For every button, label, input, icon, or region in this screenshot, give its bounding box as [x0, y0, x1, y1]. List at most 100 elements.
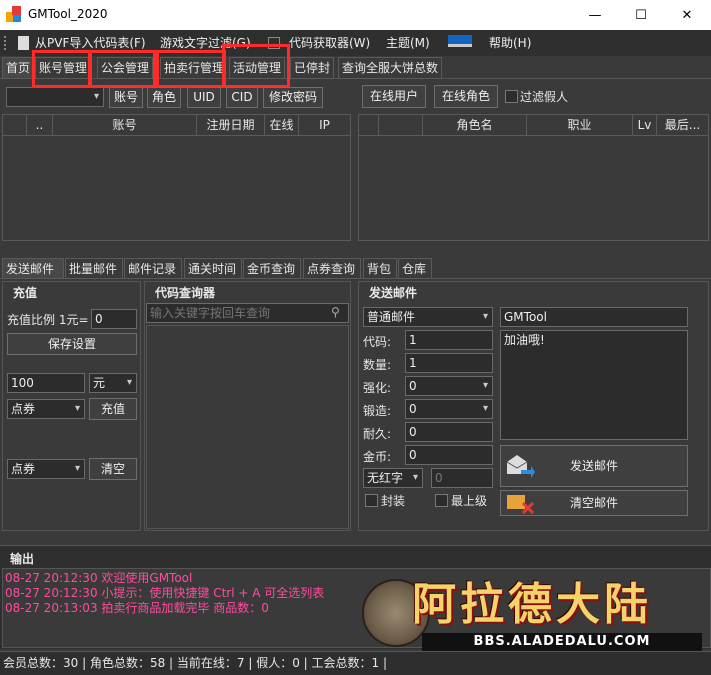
save-settings-button[interactable]: 保存设置 — [7, 333, 137, 355]
highlight-box — [222, 44, 290, 88]
ratio-input[interactable]: 0 — [91, 309, 137, 329]
mail-body-input[interactable]: 加油哦! — [500, 330, 688, 440]
column-header[interactable]: Lv — [633, 115, 657, 135]
red-text-dropdown[interactable]: 无红字 — [363, 468, 423, 488]
clear-type-dropdown[interactable]: 点券 — [7, 459, 85, 479]
unit-dropdown[interactable]: 元 — [89, 373, 137, 393]
top-level-checkbox[interactable] — [435, 494, 448, 507]
recharge-type-value: 点券 — [11, 402, 36, 416]
enhance-dropdown[interactable]: 0 — [405, 376, 493, 396]
clear-button[interactable]: 清空 — [89, 458, 137, 480]
code-lookup-panel: 代码查询器 ⚲ — [144, 281, 351, 531]
log-line: 08-27 20:13:03 拍卖行商品加载完毕 商品数：0 — [5, 601, 269, 615]
red-text-value: 无红字 — [367, 471, 404, 485]
quantity-label: 数量: — [363, 358, 392, 372]
search-role-button[interactable]: 角色 — [147, 87, 181, 108]
column-header[interactable]: 职业 — [527, 115, 633, 135]
durability-input[interactable]: 0 — [405, 422, 493, 442]
search-cid-button[interactable]: CID — [226, 87, 258, 108]
mail-panel: 发送邮件 普通邮件 GMTool 加油哦! 代码: 1 数量: 1 强化: 0 … — [358, 281, 709, 531]
column-header[interactable]: 账号 — [53, 115, 197, 135]
gold-label: 金币: — [363, 450, 392, 464]
recharge-type-dropdown[interactable]: 点券 — [7, 399, 85, 419]
mail-clear-icon — [505, 493, 535, 515]
column-header[interactable]: 注册日期 — [197, 115, 265, 135]
maximize-button[interactable]: ☐ — [618, 0, 664, 30]
ratio-label: 充值比例 1元= — [7, 313, 89, 327]
theme-color-icon[interactable] — [448, 35, 472, 47]
code-lookup-header: 代码查询器 — [155, 286, 216, 300]
search-type-dropdown[interactable] — [6, 87, 104, 107]
seal-checkbox[interactable] — [365, 494, 378, 507]
online-users-button[interactable]: 在线用户 — [362, 85, 426, 108]
quantity-input[interactable]: 1 — [405, 353, 493, 373]
table-header: .. 账号 注册日期 在线 IP — [3, 115, 350, 136]
durability-label: 耐久: — [363, 427, 392, 441]
search-icon[interactable]: ⚲ — [331, 305, 340, 319]
change-password-button[interactable]: 修改密码 — [263, 87, 323, 108]
game-logo: 阿拉德大陆 BBS.ALADEDALU.COM — [362, 575, 707, 651]
search-uid-button[interactable]: UID — [187, 87, 221, 108]
document-icon — [18, 36, 29, 50]
column-header[interactable]: 角色名 — [423, 115, 527, 135]
column-header[interactable]: 在线 — [265, 115, 299, 135]
forge-label: 锻造: — [363, 404, 392, 418]
code-result-list[interactable] — [146, 325, 349, 529]
enhance-value: 0 — [409, 379, 417, 393]
status-bar: 会员总数：30 | 角色总数：58 | 当前在线：7 | 假人：0 | 工会总数… — [0, 651, 711, 675]
amount-input[interactable]: 100 — [7, 373, 85, 393]
forge-dropdown[interactable]: 0 — [405, 399, 493, 419]
tab-clear-time[interactable]: 通关时间 — [184, 258, 242, 279]
highlight-box — [156, 50, 226, 88]
account-table[interactable]: .. 账号 注册日期 在线 IP — [2, 114, 351, 241]
mail-type-dropdown[interactable]: 普通邮件 — [363, 307, 493, 327]
tab-bulk-mail[interactable]: 批量邮件 — [65, 258, 123, 279]
clear-mail-button[interactable]: 清空邮件 — [500, 490, 688, 516]
tab-banned[interactable]: 已停封 — [290, 57, 334, 79]
tab-home[interactable]: 首页 — [2, 57, 33, 79]
gold-input[interactable]: 0 — [405, 445, 493, 465]
tab-cera-query[interactable]: 点券查询 — [303, 258, 361, 279]
tab-send-mail[interactable]: 发送邮件 — [2, 258, 64, 279]
column-header[interactable]: 最后... — [657, 115, 708, 135]
code-search-input[interactable] — [146, 303, 349, 323]
app-icon — [6, 6, 22, 22]
forge-value: 0 — [409, 402, 417, 416]
filter-fake-checkbox[interactable] — [505, 90, 518, 103]
sender-input[interactable]: GMTool — [500, 307, 688, 327]
highlight-box — [32, 50, 92, 88]
tab-gold-query[interactable]: 金币查询 — [243, 258, 301, 279]
search-account-button[interactable]: 账号 — [109, 87, 143, 108]
mail-type-value: 普通邮件 — [367, 310, 416, 324]
online-roles-button[interactable]: 在线角色 — [434, 85, 498, 108]
output-header: 输出 — [10, 552, 35, 566]
mail-send-icon — [505, 452, 535, 480]
column-header[interactable]: IP — [299, 115, 350, 135]
tab-mail-log[interactable]: 邮件记录 — [124, 258, 182, 279]
top-level-label: 最上级 — [451, 494, 488, 508]
clear-mail-label: 清空邮件 — [569, 496, 618, 510]
menu-code-getter[interactable]: 代码获取器(W) — [289, 34, 370, 52]
grip-icon — [4, 36, 7, 50]
minimize-button[interactable]: — — [572, 0, 618, 30]
send-mail-button[interactable]: 发送邮件 — [500, 445, 688, 487]
code-label: 代码: — [363, 335, 392, 349]
recharge-panel: 充值 充值比例 1元= 0 保存设置 100 元 点券 充值 点券 清空 — [2, 281, 141, 531]
red-value-input[interactable]: 0 — [431, 468, 493, 488]
log-line: 08-27 20:12:30 小提示：使用快捷键 Ctrl + A 可全选列表 — [5, 586, 325, 600]
log-line: 08-27 20:12:30 欢迎使用GMTool — [5, 571, 193, 585]
tab-inventory[interactable]: 背包 — [363, 258, 397, 279]
role-table[interactable]: 角色名 职业 Lv 最后... — [358, 114, 709, 241]
bottom-tabs: 发送邮件 批量邮件 邮件记录 通关时间 金币查询 点券查询 背包 仓库 — [0, 258, 711, 279]
column-header[interactable]: .. — [27, 115, 53, 135]
recharge-button[interactable]: 充值 — [89, 398, 137, 420]
menu-theme[interactable]: 主题(M) — [386, 34, 430, 52]
highlight-box — [88, 50, 156, 88]
logo-url: BBS.ALADEDALU.COM — [422, 633, 702, 651]
clear-type-value: 点券 — [11, 462, 36, 476]
tab-query-total[interactable]: 查询全服大饼总数 — [338, 57, 442, 79]
close-button[interactable]: ✕ — [664, 0, 710, 30]
code-input[interactable]: 1 — [405, 330, 493, 350]
menu-help[interactable]: 帮助(H) — [489, 34, 531, 52]
tab-storage[interactable]: 仓库 — [398, 258, 432, 279]
